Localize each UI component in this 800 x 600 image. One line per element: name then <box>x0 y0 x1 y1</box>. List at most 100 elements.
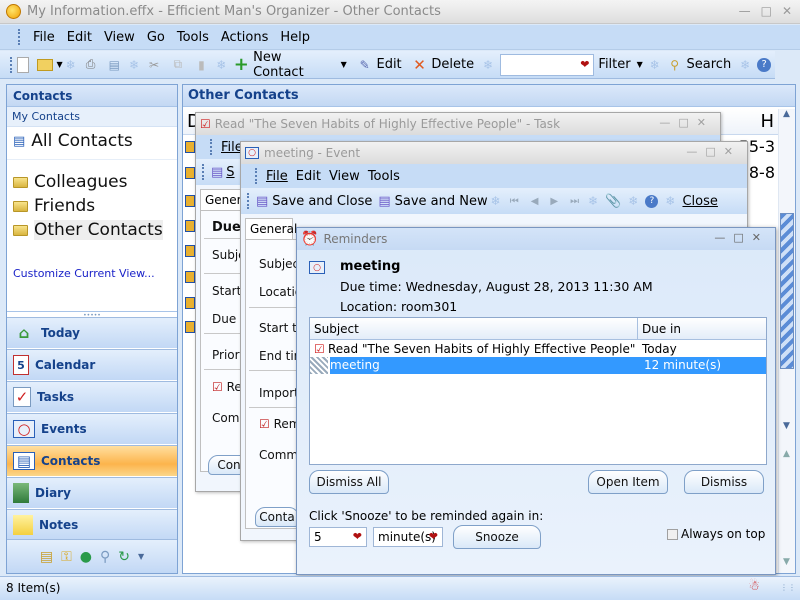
contact-row-icon[interactable] <box>185 167 195 179</box>
edit-button[interactable]: Edit <box>376 57 401 72</box>
save-and-close-button[interactable]: Save and Close <box>272 194 372 209</box>
event-menu-file[interactable]: File <box>266 169 288 184</box>
reminder-row-selected[interactable]: meeting 12 minute(s) <box>310 357 766 374</box>
window-controls[interactable]: —□✕ <box>659 116 714 129</box>
nav-calendar[interactable]: 5 Calendar <box>7 349 177 380</box>
new-contact-button[interactable]: New Contact <box>253 50 335 80</box>
search-button[interactable]: Search <box>687 57 732 72</box>
event-tab-general[interactable]: General <box>245 218 297 240</box>
dropdown-arrow-icon[interactable]: ▼ <box>341 60 347 69</box>
event-reminder-checkbox[interactable]: ☑ Rem <box>259 417 300 431</box>
next-record-icon[interactable]: ▶ <box>550 196 558 207</box>
resize-grip-icon[interactable]: ⋮⋮ <box>780 583 796 592</box>
scroll-up-icon[interactable]: ▲ <box>783 109 790 119</box>
scroll-up-icon[interactable]: ▲ <box>783 449 790 459</box>
dropdown-heart-icon[interactable]: ❤ <box>429 530 438 543</box>
task-save-button[interactable]: S <box>226 165 234 180</box>
menu-go[interactable]: Go <box>147 30 165 45</box>
contact-row-icon[interactable] <box>185 271 195 283</box>
scrollbar-thumb[interactable] <box>780 213 794 369</box>
always-on-top-checkbox[interactable] <box>667 529 678 540</box>
folder-friends[interactable]: Friends <box>7 194 177 218</box>
reminder-row[interactable]: ☑ Read "The Seven Habits of Highly Effec… <box>310 340 766 357</box>
dropdown-arrow-icon[interactable]: ▼ <box>57 60 63 69</box>
contact-row-icon[interactable] <box>185 195 195 207</box>
contact-row-icon[interactable] <box>185 141 195 153</box>
print-icon[interactable]: ⎙ <box>83 57 99 73</box>
dismiss-button[interactable]: Dismiss <box>684 470 764 494</box>
last-record-icon[interactable]: ⏭ <box>570 196 579 207</box>
new-file-icon[interactable] <box>16 56 29 73</box>
help-icon[interactable]: ? <box>645 194 659 208</box>
nav-diary[interactable]: Diary <box>7 477 177 508</box>
nav-events[interactable]: ○ Events <box>7 413 177 444</box>
cut-icon[interactable]: ✂ <box>146 57 162 73</box>
dropdown-arrow-icon[interactable]: ▼ <box>637 60 643 69</box>
window-controls[interactable]: —□✕ <box>686 145 741 158</box>
folder-all-contacts[interactable]: ▤ All Contacts <box>7 127 177 160</box>
minimize-button[interactable]: — <box>739 4 751 18</box>
snooze-button[interactable]: Snooze <box>453 525 541 549</box>
dropdown-heart-icon[interactable]: ❤ <box>353 530 362 543</box>
lock-globe-icon[interactable]: ● <box>80 549 92 565</box>
menu-help[interactable]: Help <box>280 30 310 45</box>
scroll-down-icon[interactable]: ▼ <box>783 557 790 567</box>
filter-button[interactable]: Filter <box>598 57 630 72</box>
key-icon[interactable]: ⚿ <box>61 549 72 565</box>
print-preview-icon[interactable]: ▤ <box>106 57 122 73</box>
column-due-in[interactable]: Due in <box>638 318 685 339</box>
previous-record-icon[interactable]: ◀ <box>531 196 539 207</box>
attachments-icon[interactable]: ▤ <box>40 549 53 565</box>
event-contacts-button[interactable]: Conta <box>255 507 299 527</box>
folder-colleagues[interactable]: Colleagues <box>7 170 177 194</box>
folder-other-contacts[interactable]: Other Contacts <box>7 218 177 242</box>
dropdown-heart-icon[interactable]: ❤ <box>580 58 589 71</box>
attachment-icon[interactable]: 📎 <box>605 194 621 209</box>
task-window-titlebar[interactable]: ☑ Read "The Seven Habits of Highly Effec… <box>196 113 720 135</box>
vertical-scrollbar[interactable]: ▲ ▼ ▲ ▼ <box>778 109 795 573</box>
snooze-unit-select[interactable]: minute(s) ❤ <box>373 527 443 547</box>
customize-view-link[interactable]: Customize Current View... <box>13 267 155 280</box>
filter-input[interactable]: ❤ <box>500 53 595 76</box>
scroll-down-icon[interactable]: ▼ <box>783 421 790 431</box>
event-menu-tools[interactable]: Tools <box>368 169 400 184</box>
nav-contacts[interactable]: ▤ Contacts <box>7 445 177 476</box>
nav-notes[interactable]: Notes <box>7 509 177 540</box>
menu-view[interactable]: View <box>104 30 135 45</box>
contact-row-icon[interactable] <box>185 245 195 257</box>
event-close-button[interactable]: Close <box>682 194 717 209</box>
contact-row-icon[interactable] <box>185 297 195 309</box>
contact-row-icon[interactable] <box>185 220 195 232</box>
copy-icon[interactable]: ⧉ <box>170 57 186 73</box>
dismiss-all-button[interactable]: Dismiss All <box>309 470 389 494</box>
nav-today[interactable]: ⌂ Today <box>7 317 177 348</box>
splitter[interactable]: ••••• <box>7 311 177 319</box>
menu-actions[interactable]: Actions <box>221 30 269 45</box>
close-button[interactable]: ✕ <box>782 4 792 18</box>
always-on-top-label[interactable]: Always on top <box>681 527 765 541</box>
maximize-button[interactable]: □ <box>761 4 772 18</box>
more-arrow-icon[interactable]: ▼ <box>138 552 144 561</box>
reminders-titlebar[interactable]: ⏰ Reminders —□✕ <box>297 228 775 250</box>
window-controls[interactable]: —□✕ <box>714 231 769 244</box>
column-subject[interactable]: Subject <box>310 318 638 339</box>
event-window-titlebar[interactable]: ○ meeting - Event —□✕ <box>241 142 747 164</box>
open-item-button[interactable]: Open Item <box>588 470 668 494</box>
task-reminder-checkbox[interactable]: ☑ Re <box>212 380 242 394</box>
first-record-icon[interactable]: ⏮ <box>510 196 519 207</box>
paste-icon[interactable]: ▮ <box>194 57 210 73</box>
snooze-amount-select[interactable]: 5 ❤ <box>309 527 367 547</box>
open-folder-icon[interactable] <box>36 58 53 71</box>
menu-file[interactable]: File <box>33 30 55 45</box>
help-icon[interactable]: ? <box>757 57 771 72</box>
menu-edit[interactable]: Edit <box>67 30 92 45</box>
search-icon[interactable]: ⚲ <box>100 549 110 565</box>
contact-row-icon[interactable] <box>185 321 195 333</box>
nav-tasks[interactable]: ✓ Tasks <box>7 381 177 412</box>
event-menu-edit[interactable]: Edit <box>296 169 321 184</box>
delete-button[interactable]: Delete <box>431 57 474 72</box>
save-and-new-button[interactable]: Save and New <box>395 194 488 209</box>
event-menu-view[interactable]: View <box>329 169 360 184</box>
sync-icon[interactable]: ↻ <box>118 549 130 565</box>
menu-tools[interactable]: Tools <box>177 30 209 45</box>
